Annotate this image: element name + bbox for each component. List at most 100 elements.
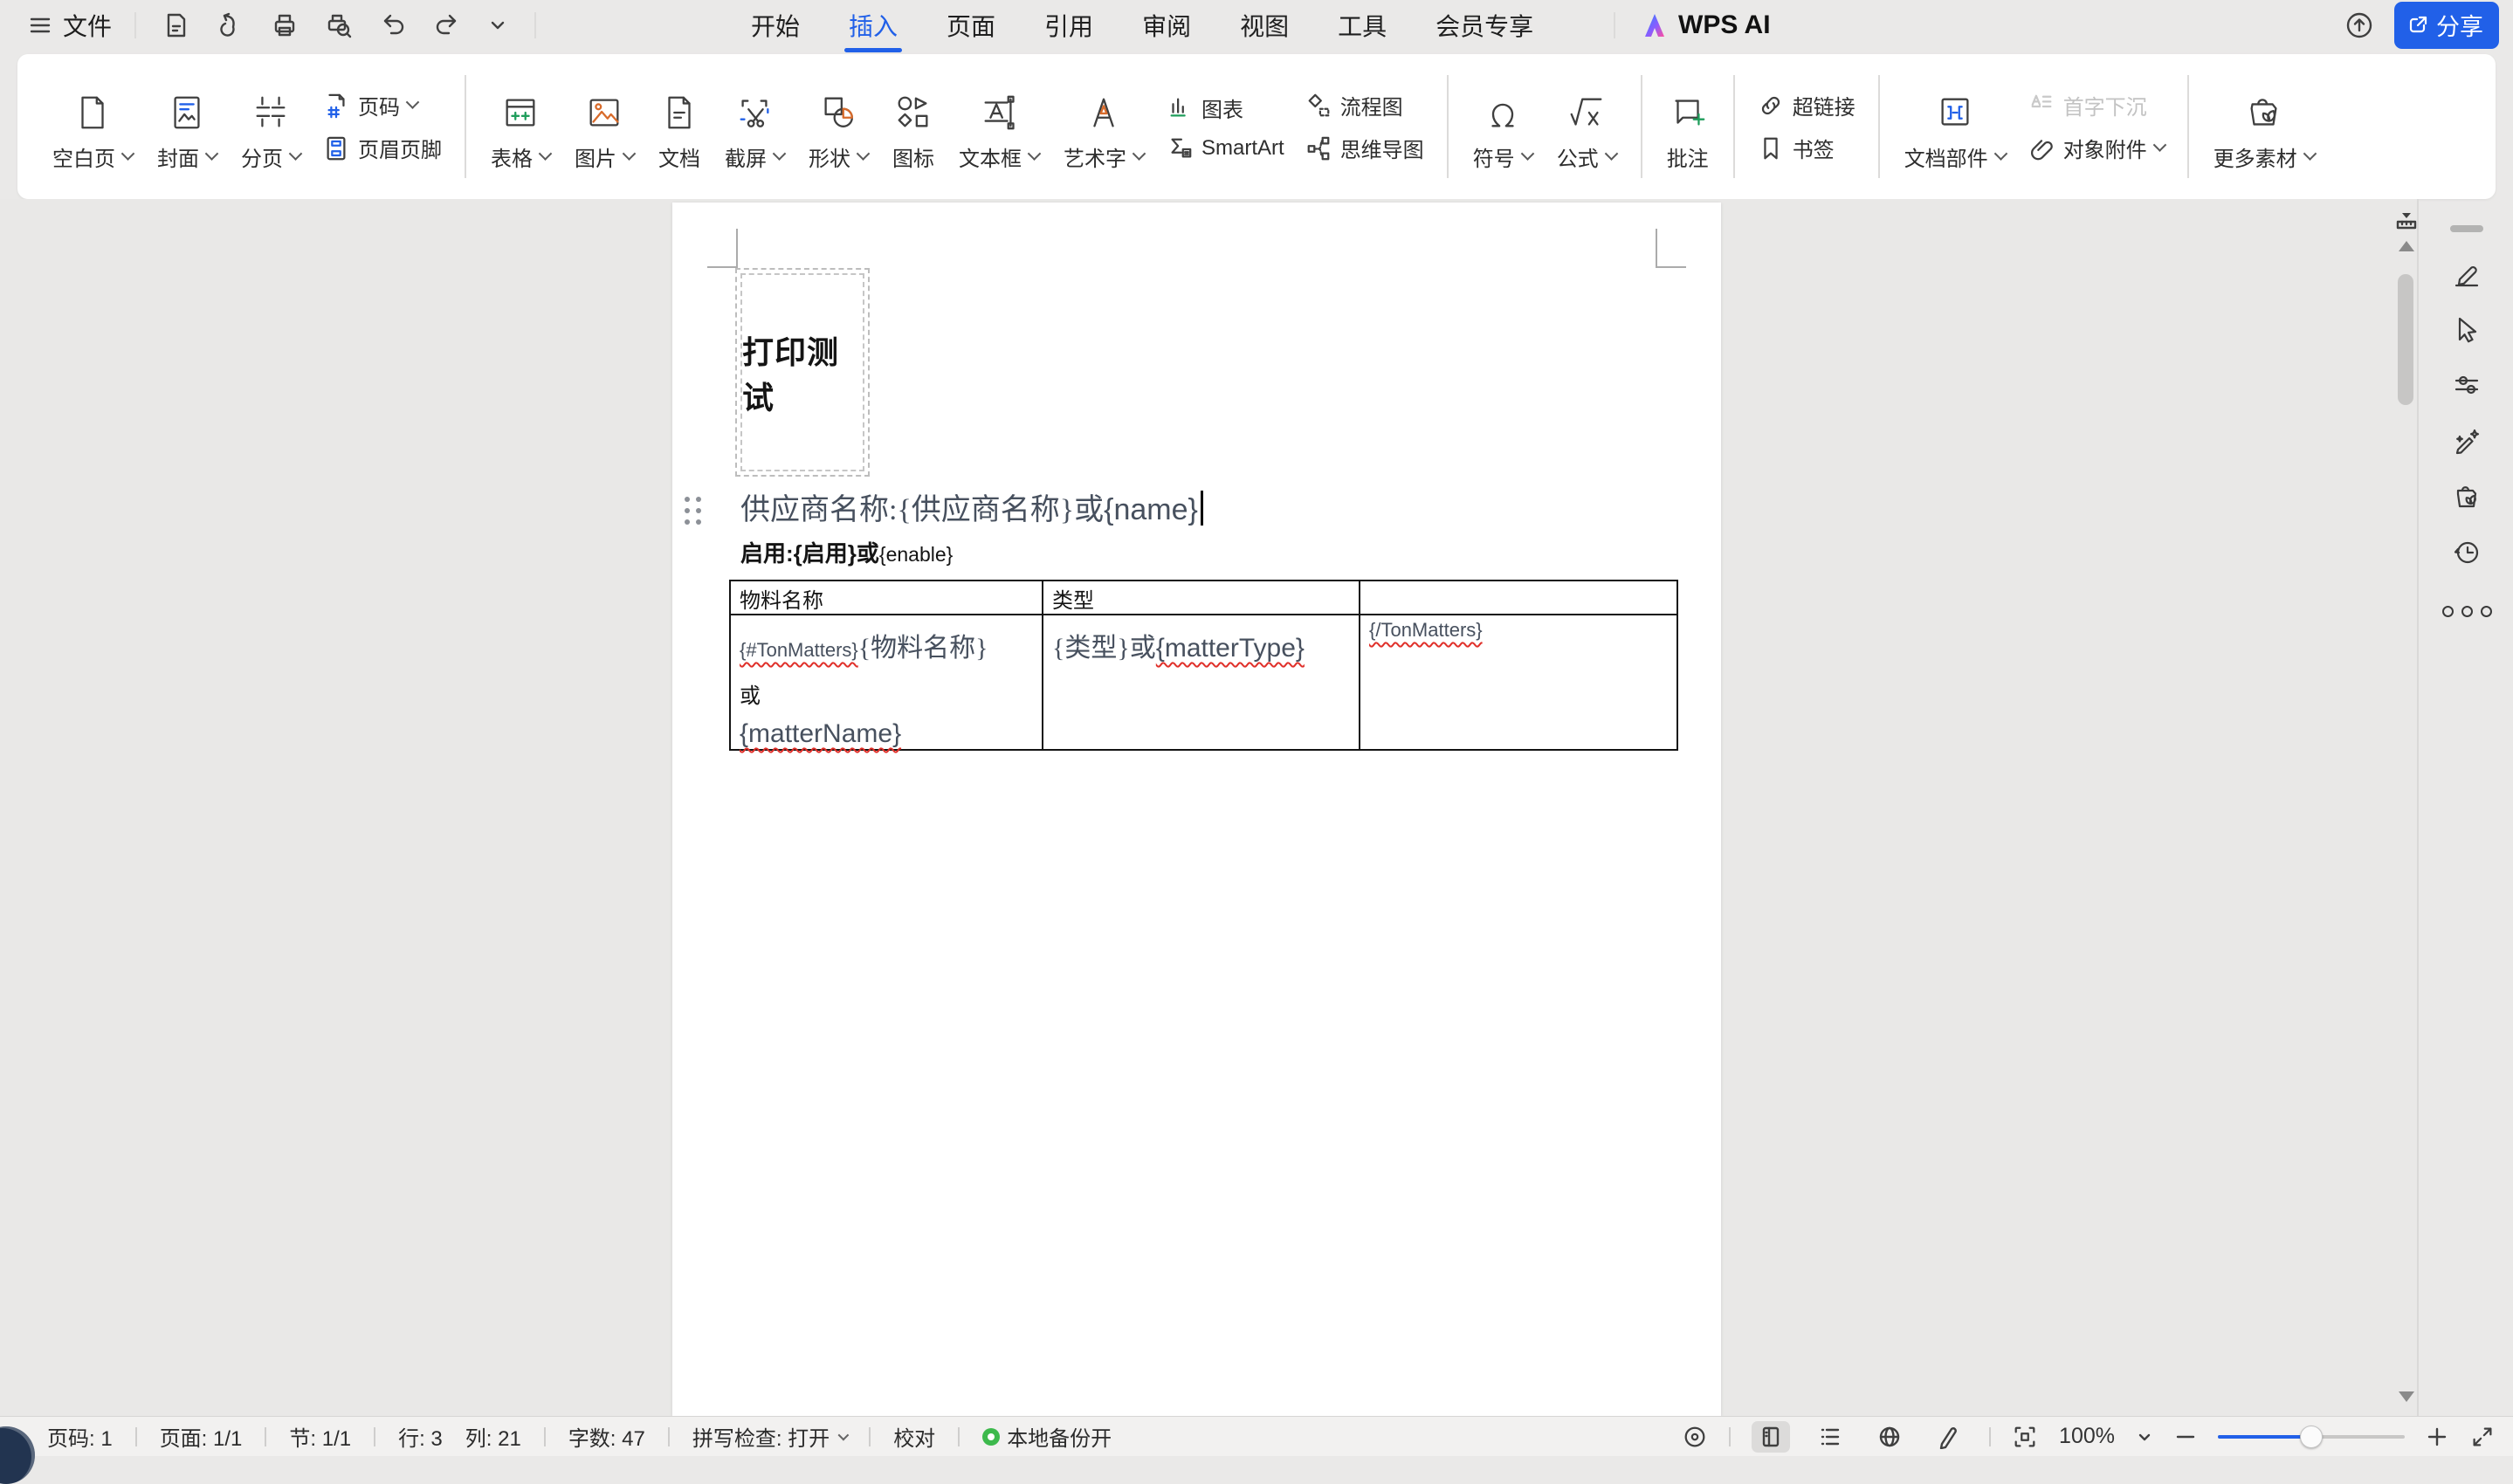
icons-button[interactable]: 图标 xyxy=(880,65,947,188)
wordart-button[interactable]: 艺术字 xyxy=(1051,65,1156,188)
page-number-button[interactable]: 页码 xyxy=(323,90,442,120)
textbox-button[interactable]: 文本框 xyxy=(947,65,1051,188)
cell-material[interactable]: {#TonMatters}{物料名称} 或 {matterName} xyxy=(730,615,1043,750)
page-break-button[interactable]: 分页 xyxy=(229,65,313,188)
smartart-button[interactable]: SmartArt xyxy=(1167,135,1284,161)
file-menu[interactable]: 文件 xyxy=(28,8,112,43)
fit-page-icon[interactable] xyxy=(2012,1424,2038,1450)
formula-button[interactable]: 公式 xyxy=(1545,65,1628,188)
chart-button[interactable]: 图表 xyxy=(1167,93,1284,123)
word-count-status[interactable]: 字数: 47 xyxy=(568,1421,645,1452)
page-view-button[interactable] xyxy=(1752,1421,1790,1453)
zoom-percent[interactable]: 100% xyxy=(2059,1424,2115,1449)
header-cell-material[interactable]: 物料名称 xyxy=(730,581,1043,615)
document-page[interactable]: 打印测试 供应商名称:{供应商名称}或{name} 启用:{启用}或{enabl… xyxy=(672,203,1721,1416)
cell-type[interactable]: {类型}或{matterType} xyxy=(1043,615,1360,750)
document-table[interactable]: 物料名称 类型 {#TonMatters}{物料名称} 或 {matterNam… xyxy=(729,580,1678,751)
divider xyxy=(135,1427,137,1446)
hyperlink-button[interactable]: 超链接 xyxy=(1758,90,1855,120)
tab-insert[interactable]: 插入 xyxy=(849,8,898,43)
tab-review[interactable]: 审阅 xyxy=(1142,8,1191,43)
screenshot-button[interactable]: 截屏 xyxy=(713,65,796,188)
proofread-button[interactable]: 校对 xyxy=(893,1421,935,1452)
sidebar-collapse-handle[interactable] xyxy=(2450,225,2483,232)
paragraph-supplier[interactable]: 供应商名称:{供应商名称}或{name} xyxy=(740,485,1203,528)
quickbar-more-icon[interactable] xyxy=(487,15,508,36)
text-frame[interactable]: 打印测试 xyxy=(735,268,870,477)
cover-button[interactable]: 封面 xyxy=(145,65,229,188)
column-status[interactable]: 列: 21 xyxy=(465,1421,521,1452)
paragraph-enable[interactable]: 启用:{启用}或{enable} xyxy=(740,536,953,568)
scroll-up-arrow[interactable] xyxy=(2399,241,2414,251)
comment-button[interactable]: 批注 xyxy=(1655,65,1721,188)
frame-title[interactable]: 打印测试 xyxy=(742,327,863,418)
print-icon[interactable] xyxy=(271,11,299,39)
redo-icon[interactable] xyxy=(433,11,461,39)
ribbon-tabs: 开始 插入 页面 引用 审阅 视图 工具 会员专享 xyxy=(751,0,1533,51)
header-cell-type[interactable]: 类型 xyxy=(1043,581,1360,615)
select-cursor-button[interactable] xyxy=(2452,314,2482,344)
fullscreen-icon[interactable] xyxy=(2469,1424,2496,1450)
outline-view-button[interactable] xyxy=(1811,1421,1849,1453)
ruler-toggle-icon[interactable] xyxy=(2394,208,2419,232)
header-footer-button[interactable]: 页眉页脚 xyxy=(323,133,442,163)
tab-home[interactable]: 开始 xyxy=(751,8,800,43)
header-cell-empty[interactable] xyxy=(1360,581,1677,615)
magic-wand-button[interactable] xyxy=(2452,426,2482,456)
document-canvas[interactable]: 打印测试 供应商名称:{供应商名称}或{name} 启用:{启用}或{enabl… xyxy=(0,199,2419,1416)
bookmark-button[interactable]: 书签 xyxy=(1758,133,1855,163)
tab-reference[interactable]: 引用 xyxy=(1044,8,1093,43)
or-text: 或 xyxy=(740,684,761,708)
scroll-down-arrow[interactable] xyxy=(2399,1391,2414,1402)
table-button[interactable]: 表格 xyxy=(479,65,562,188)
paragraph-drag-handle[interactable] xyxy=(685,497,702,525)
history-button[interactable] xyxy=(2452,538,2482,567)
export-icon[interactable] xyxy=(217,11,244,39)
tab-page[interactable]: 页面 xyxy=(947,8,995,43)
spellcheck-status[interactable]: 拼写检查: 打开 xyxy=(692,1421,846,1452)
share-button[interactable]: 分享 xyxy=(2394,2,2499,49)
assets-button[interactable] xyxy=(2452,482,2482,512)
tab-view[interactable]: 视图 xyxy=(1240,8,1289,43)
flowchart-button[interactable]: 流程图 xyxy=(1305,90,1424,120)
line-status[interactable]: 行: 3 xyxy=(398,1421,443,1452)
zoom-menu-chevron-icon[interactable] xyxy=(2136,1428,2153,1446)
print-preview-icon[interactable] xyxy=(325,11,353,39)
sidebar-more-button[interactable] xyxy=(2442,606,2492,617)
cell-end[interactable]: {/TonMatters} xyxy=(1360,615,1677,750)
more-assets-button[interactable]: 更多素材 xyxy=(2201,65,2327,188)
ink-pen-button[interactable] xyxy=(1930,1421,1968,1453)
tab-member[interactable]: 会员专享 xyxy=(1436,8,1533,43)
symbol-button[interactable]: 符号 xyxy=(1461,65,1545,188)
undo-icon[interactable] xyxy=(379,11,407,39)
page-number-status[interactable]: 页码: 1 xyxy=(47,1421,113,1452)
zoom-out-icon[interactable] xyxy=(2174,1426,2197,1448)
pages-status[interactable]: 页面: 1/1 xyxy=(160,1421,243,1452)
document-button[interactable]: 文档 xyxy=(646,65,713,188)
section-status[interactable]: 节: 1/1 xyxy=(289,1421,351,1452)
mindmap-button[interactable]: 思维导图 xyxy=(1305,133,1424,163)
zoom-slider-knob[interactable] xyxy=(2300,1426,2323,1448)
upload-cloud-icon[interactable] xyxy=(2344,10,2375,41)
table-header-row[interactable]: 物料名称 类型 xyxy=(730,581,1677,615)
titlebar-right: 分享 xyxy=(2344,0,2499,51)
end-line: {/TonMatters} xyxy=(1369,619,1676,642)
wps-ai-button[interactable]: WPS AI xyxy=(1614,0,1771,51)
smartart-icon xyxy=(1167,135,1193,161)
blank-page-button[interactable]: 空白页 xyxy=(40,65,145,188)
zoom-slider[interactable] xyxy=(2218,1435,2405,1439)
table-body-row[interactable]: {#TonMatters}{物料名称} 或 {matterName} {类型}或… xyxy=(730,615,1677,750)
backup-status[interactable]: 本地备份开 xyxy=(982,1421,1112,1452)
shape-button[interactable]: 形状 xyxy=(796,65,880,188)
settings-sliders-button[interactable] xyxy=(2452,370,2482,400)
doc-parts-button[interactable]: 文档部件 xyxy=(1892,65,2018,188)
tab-tools[interactable]: 工具 xyxy=(1338,8,1387,43)
save-icon[interactable] xyxy=(162,11,190,39)
zoom-in-icon[interactable] xyxy=(2426,1426,2448,1448)
edit-pen-button[interactable] xyxy=(2452,258,2482,288)
web-view-button[interactable] xyxy=(1870,1421,1909,1453)
scrollbar-thumb[interactable] xyxy=(2398,274,2413,405)
picture-button[interactable]: 图片 xyxy=(562,65,646,188)
eye-protect-icon[interactable] xyxy=(1682,1424,1708,1450)
attachment-button[interactable]: 对象附件 xyxy=(2028,133,2165,163)
